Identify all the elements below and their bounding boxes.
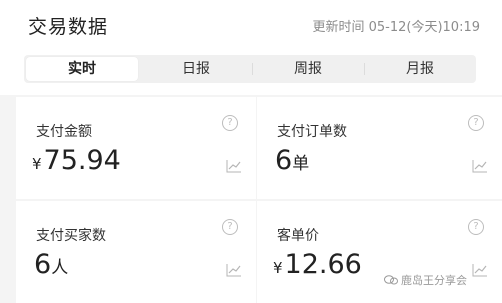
page-title: 交易数据 bbox=[28, 16, 109, 38]
watermark: 鹿岛王分享会 bbox=[384, 272, 467, 288]
trend-chart-icon[interactable] bbox=[226, 263, 242, 277]
trend-chart-icon[interactable] bbox=[226, 159, 242, 173]
tab-monthly[interactable]: 月报 bbox=[364, 55, 476, 83]
tab-weekly[interactable]: 周报 bbox=[252, 55, 364, 83]
period-tabs: 实时 日报 周报 月报 bbox=[24, 55, 476, 83]
currency-symbol: ¥ bbox=[273, 259, 283, 277]
metric-card-payment-amount: 支付金额 ? ¥75.94 bbox=[16, 97, 256, 199]
header: 交易数据 更新时间 05-12(今天)10:19 实时 日报 周报 月报 bbox=[0, 0, 502, 95]
currency-symbol: ¥ bbox=[32, 155, 42, 173]
question-circle-icon[interactable]: ? bbox=[468, 115, 484, 131]
metric-label: 支付买家数 bbox=[36, 228, 106, 244]
tab-divider bbox=[364, 63, 365, 75]
wechat-icon bbox=[384, 275, 398, 285]
metric-label: 客单价 bbox=[277, 228, 319, 244]
metric-value: 6人 bbox=[34, 249, 69, 280]
metric-value: ¥12.66 bbox=[273, 249, 362, 280]
metric-value: 6单 bbox=[275, 145, 310, 176]
metric-unit: 单 bbox=[292, 154, 310, 174]
watermark-text: 鹿岛王分享会 bbox=[401, 274, 467, 287]
metric-value: ¥75.94 bbox=[32, 145, 121, 176]
metric-unit: 人 bbox=[51, 258, 69, 278]
tab-realtime[interactable]: 实时 bbox=[26, 57, 138, 81]
question-circle-icon[interactable]: ? bbox=[468, 219, 484, 235]
trend-chart-icon[interactable] bbox=[472, 159, 488, 173]
question-circle-icon[interactable]: ? bbox=[222, 219, 238, 235]
metric-label: 支付金额 bbox=[36, 124, 92, 140]
trend-chart-icon[interactable] bbox=[472, 263, 488, 277]
metric-label: 支付订单数 bbox=[277, 124, 347, 140]
update-time: 更新时间 05-12(今天)10:19 bbox=[312, 20, 480, 35]
tab-divider bbox=[252, 63, 253, 75]
tab-daily[interactable]: 日报 bbox=[140, 55, 252, 83]
metric-card-order-count: 支付订单数 ? 6单 bbox=[257, 97, 502, 199]
question-circle-icon[interactable]: ? bbox=[222, 115, 238, 131]
metric-card-buyer-count: 支付买家数 ? 6人 bbox=[16, 201, 256, 303]
